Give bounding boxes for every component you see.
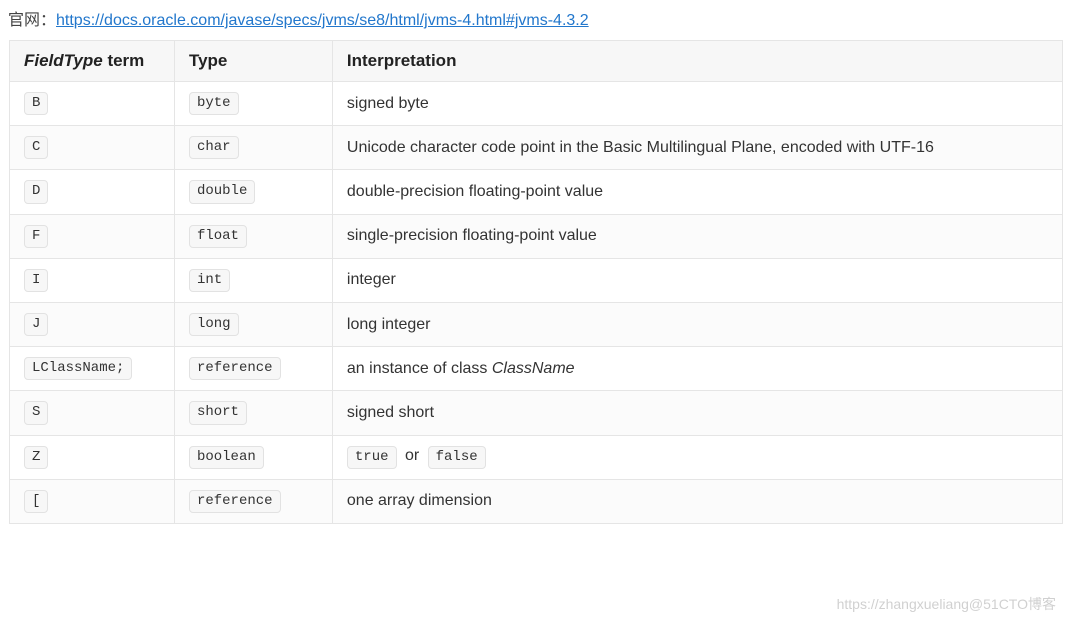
cell-interpretation: signed byte	[332, 82, 1062, 126]
cell-type: short	[174, 391, 332, 435]
interp-text: integer	[347, 271, 396, 288]
type-code: boolean	[189, 446, 264, 469]
term-code: J	[24, 313, 48, 336]
cell-type: double	[174, 170, 332, 214]
cell-term: D	[10, 170, 175, 214]
term-code: D	[24, 180, 48, 203]
term-code: [	[24, 490, 48, 513]
table-row: [ reference one array dimension	[10, 479, 1063, 523]
table-row: Zboolean true or false	[10, 435, 1063, 479]
cell-term: J	[10, 302, 175, 346]
table-row: Iint integer	[10, 258, 1063, 302]
cell-type: reference	[174, 347, 332, 391]
term-code: C	[24, 136, 48, 159]
cell-type: char	[174, 126, 332, 170]
cell-term: I	[10, 258, 175, 302]
type-code: long	[189, 313, 239, 336]
cell-term: F	[10, 214, 175, 258]
interp-or: or	[401, 447, 424, 464]
interp-text: signed short	[347, 404, 434, 421]
cell-interpretation: true or false	[332, 435, 1062, 479]
cell-type: int	[174, 258, 332, 302]
header-fieldtype-rest: term	[103, 51, 145, 70]
cell-interpretation: long integer	[332, 302, 1062, 346]
cell-type: boolean	[174, 435, 332, 479]
term-code: LClassName;	[24, 357, 132, 380]
interp-text: an instance of class	[347, 360, 492, 377]
header-fieldtype-italic: FieldType	[24, 51, 103, 70]
cell-interpretation: signed short	[332, 391, 1062, 435]
type-code: float	[189, 225, 247, 248]
table-row: Ddouble double-precision floating-point v…	[10, 170, 1063, 214]
interp-em: ClassName	[492, 360, 575, 377]
spec-link[interactable]: https://docs.oracle.com/javase/specs/jvm…	[56, 12, 589, 29]
cell-interpretation: an instance of class ClassName	[332, 347, 1062, 391]
cell-term: Z	[10, 435, 175, 479]
type-code: char	[189, 136, 239, 159]
type-code: reference	[189, 357, 281, 380]
interp-text: Unicode character code point in the Basi…	[347, 139, 934, 156]
table-row: Cchar Unicode character code point in the…	[10, 126, 1063, 170]
interp-code: true	[347, 446, 397, 469]
cell-interpretation: double-precision floating-point value	[332, 170, 1062, 214]
table-row: Ffloat single-precision floating-point va…	[10, 214, 1063, 258]
type-code: reference	[189, 490, 281, 513]
term-code: F	[24, 225, 48, 248]
watermark: https://zhangxueliang@51CTO博客	[837, 594, 1056, 614]
cell-term: C	[10, 126, 175, 170]
interp-text: single-precision floating-point value	[347, 227, 597, 244]
cell-type: byte	[174, 82, 332, 126]
interp-code: false	[428, 446, 486, 469]
term-code: B	[24, 92, 48, 115]
cell-interpretation: Unicode character code point in the Basi…	[332, 126, 1062, 170]
table-row: LClassName; reference an instance of class…	[10, 347, 1063, 391]
interp-text: signed byte	[347, 95, 429, 112]
fieldtype-table: FieldType term Type Interpretation Bbyte…	[9, 40, 1063, 524]
term-code: S	[24, 401, 48, 424]
table-row: Jlong long integer	[10, 302, 1063, 346]
term-code: I	[24, 269, 48, 292]
cell-interpretation: one array dimension	[332, 479, 1062, 523]
type-code: byte	[189, 92, 239, 115]
type-code: double	[189, 180, 255, 203]
cell-term: S	[10, 391, 175, 435]
cell-interpretation: integer	[332, 258, 1062, 302]
type-code: short	[189, 401, 247, 424]
interp-text: double-precision floating-point value	[347, 183, 603, 200]
cell-term: B	[10, 82, 175, 126]
header-type: Type	[174, 41, 332, 82]
interp-text: one array dimension	[347, 492, 492, 509]
cell-type: float	[174, 214, 332, 258]
cell-type: reference	[174, 479, 332, 523]
header-interpretation: Interpretation	[332, 41, 1062, 82]
intro-line: 官网：https://docs.oracle.com/javase/specs/…	[8, 6, 1064, 30]
header-fieldtype-term: FieldType term	[10, 41, 175, 82]
cell-type: long	[174, 302, 332, 346]
term-code: Z	[24, 446, 48, 469]
table-row: Sshort signed short	[10, 391, 1063, 435]
table-row: Bbyte signed byte	[10, 82, 1063, 126]
intro-prefix: 官网：	[8, 12, 56, 29]
cell-term: LClassName;	[10, 347, 175, 391]
type-code: int	[189, 269, 230, 292]
cell-term: [	[10, 479, 175, 523]
cell-interpretation: single-precision floating-point value	[332, 214, 1062, 258]
interp-text: long integer	[347, 316, 431, 333]
